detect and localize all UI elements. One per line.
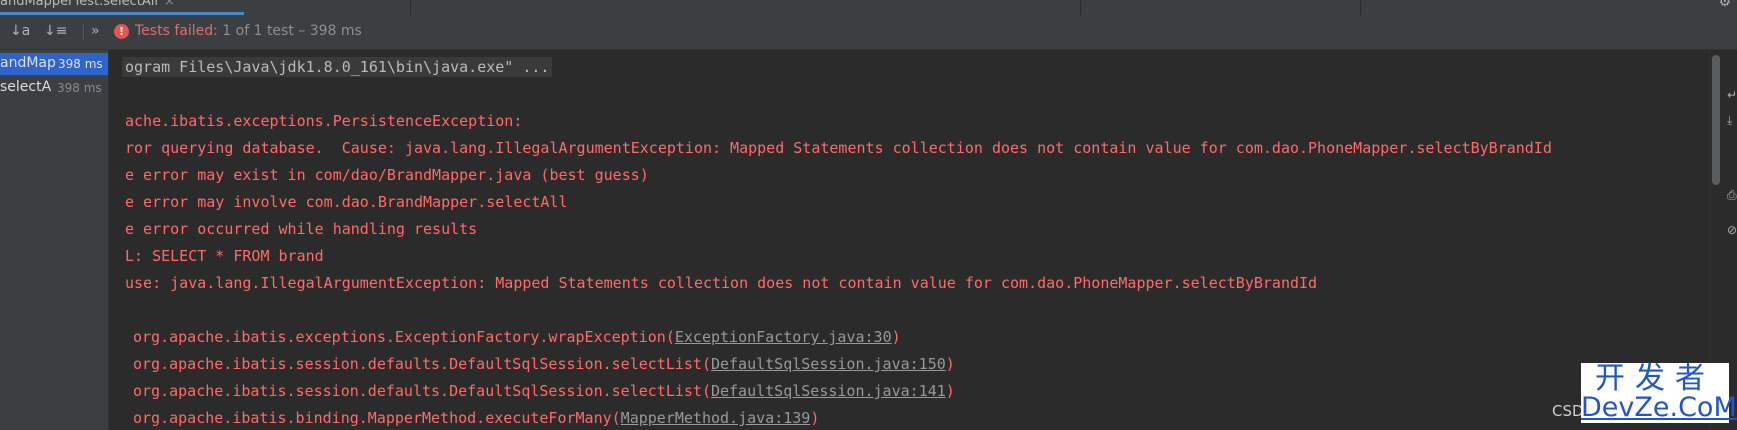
console-output[interactable]: ogram Files\Java\jdk1.8.0_161\bin\java.e… (109, 50, 1709, 430)
error-line: e error may exist in com/dao/BrandMapper… (125, 166, 649, 184)
source-link[interactable]: DefaultSqlSession.java:141 (711, 382, 946, 400)
error-line: e error may involve com.dao.BrandMapper.… (125, 193, 568, 211)
stack-close-paren: ) (945, 382, 955, 400)
error-line: ache.ibatis.exceptions.PersistenceExcept… (125, 112, 523, 130)
sort-alphabetically-icon[interactable]: ↓a (10, 23, 30, 39)
source-link[interactable]: ExceptionFactory.java:30 (675, 328, 892, 346)
status-failed-label: Tests failed: (135, 23, 218, 39)
watermark-top: 开发者 (1595, 361, 1715, 396)
tree-item-label: selectA (0, 79, 52, 95)
source-link[interactable]: DefaultSqlSession.java:150 (711, 355, 946, 373)
scrollbar-thumb[interactable] (1712, 55, 1720, 185)
tree-item-test-method[interactable]: selectA 398 ms (0, 77, 108, 99)
source-link[interactable]: MapperMethod.java:139 (621, 409, 811, 427)
stack-frame: org.apache.ibatis.session.defaults.Defau… (133, 354, 955, 374)
sort-by-duration-icon[interactable]: ↓≡ (44, 23, 67, 39)
error-icon: ! (114, 24, 129, 39)
error-line: L: SELECT * FROM brand (125, 247, 324, 265)
watermark-logo: 开发者 DevZe.CoM (1581, 361, 1737, 423)
run-command-line[interactable]: ogram Files\Java\jdk1.8.0_161\bin\java.e… (122, 57, 553, 77)
toolbar-divider (83, 23, 84, 41)
status-detail: 1 of 1 test – 398 ms (217, 23, 362, 39)
stack-close-paren: ) (945, 355, 955, 373)
clear-icon[interactable]: ⊘ (1727, 223, 1737, 237)
tab-divider (1360, 0, 1361, 15)
test-runner-toolbar: ↓a ↓≡ » ! Tests failed: 1 of 1 test – 39… (0, 15, 1737, 50)
close-icon[interactable]: × (164, 0, 175, 9)
watermark-csd: CSD (1552, 402, 1584, 420)
tree-item-duration: 398 ms (57, 81, 102, 95)
test-tree: andMap 398 ms selectA 398 ms (0, 50, 109, 430)
soft-wrap-icon[interactable]: ↵ (1727, 88, 1737, 102)
stack-method: org.apache.ibatis.session.defaults.Defau… (133, 355, 711, 373)
more-actions-icon[interactable]: » (91, 23, 100, 39)
tab-divider (410, 0, 411, 15)
error-line: e error occurred while handling results (125, 220, 478, 238)
test-status: Tests failed: 1 of 1 test – 398 ms (135, 23, 362, 39)
print-icon[interactable]: ⎙ (1727, 188, 1737, 203)
error-line: use: java.lang.IllegalArgumentException:… (125, 274, 1318, 292)
editor-tab-bar: andMapperTest.selectAll × ⚙ (0, 0, 1737, 15)
stack-frame: org.apache.ibatis.binding.MapperMethod.e… (133, 408, 819, 428)
stack-frame: org.apache.ibatis.exceptions.ExceptionFa… (133, 327, 901, 347)
stack-method: org.apache.ibatis.exceptions.ExceptionFa… (133, 328, 675, 346)
tree-item-duration: 398 ms (58, 57, 103, 71)
tree-item-test-class[interactable]: andMap 398 ms (0, 53, 108, 75)
stack-frame: org.apache.ibatis.session.defaults.Defau… (133, 381, 955, 401)
error-line: ror querying database. Cause: java.lang.… (125, 139, 1552, 157)
tab-title: andMapperTest.selectAll (0, 0, 158, 9)
stack-method: org.apache.ibatis.binding.MapperMethod.e… (133, 409, 621, 427)
gear-icon[interactable]: ⚙ (1718, 0, 1731, 10)
stack-close-paren: ) (891, 328, 901, 346)
stack-close-paren: ) (810, 409, 820, 427)
tab-divider (1080, 0, 1081, 15)
scroll-to-end-icon[interactable]: ⤓ (1727, 113, 1732, 128)
watermark-bottom: DevZe.CoM (1581, 392, 1737, 423)
stack-method: org.apache.ibatis.session.defaults.Defau… (133, 382, 711, 400)
tree-item-label: andMap (0, 55, 56, 71)
